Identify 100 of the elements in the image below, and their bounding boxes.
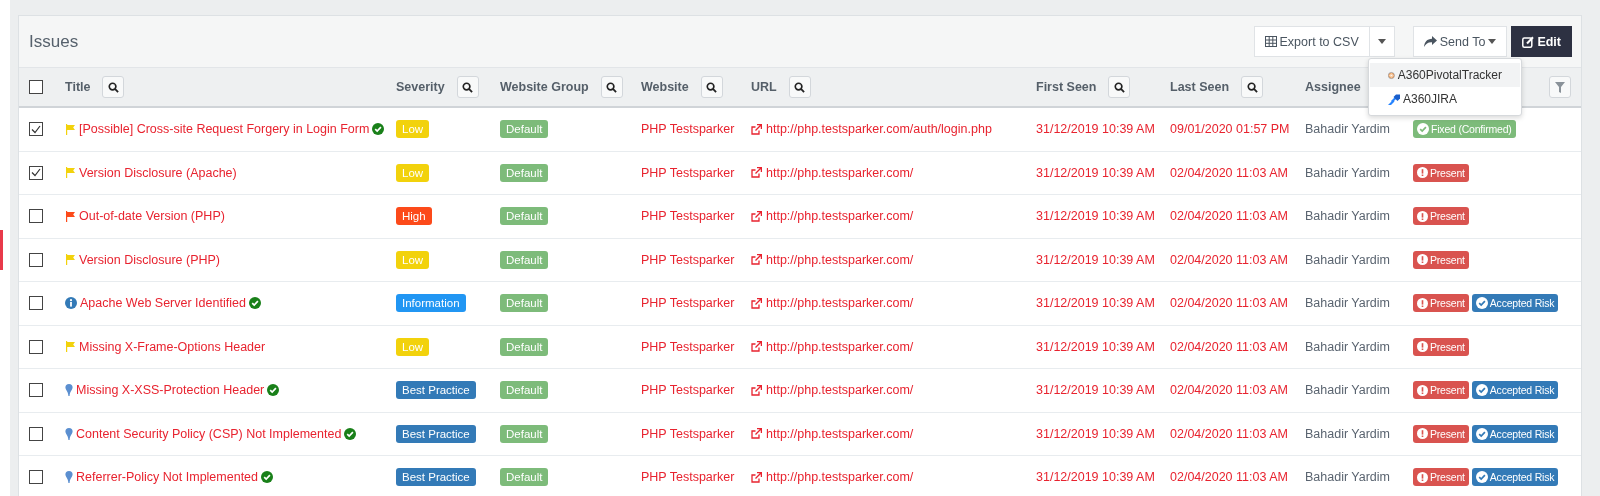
website-link[interactable]: PHP Testsparker bbox=[641, 296, 735, 311]
status-badge: Accepted Risk bbox=[1471, 294, 1559, 313]
issue-title-link[interactable]: Missing X-XSS-Protection Header bbox=[76, 383, 265, 398]
checkbox[interactable] bbox=[29, 339, 43, 354]
status-badge: Present bbox=[1413, 207, 1469, 226]
url-link[interactable]: http://php.testsparker.com/ bbox=[766, 470, 914, 485]
edit-button[interactable]: Edit bbox=[1511, 26, 1572, 57]
filter-button[interactable] bbox=[1549, 76, 1571, 98]
status-badge: Present bbox=[1413, 250, 1469, 269]
column-header: Website bbox=[641, 80, 689, 94]
export-options-button[interactable] bbox=[1369, 26, 1395, 57]
alert-icon bbox=[1417, 471, 1428, 483]
assignee-name: Bahadir Yardim bbox=[1305, 252, 1390, 267]
first-seen-date: 31/12/2019 10:39 AM bbox=[1036, 296, 1155, 311]
website-link[interactable]: PHP Testsparker bbox=[641, 426, 735, 441]
flag-icon bbox=[65, 254, 76, 266]
issue-title-link[interactable]: Referrer-Policy Not Implemented bbox=[76, 470, 258, 485]
verified-icon bbox=[261, 471, 273, 484]
group-badge: Default bbox=[500, 250, 549, 269]
status-badge: Accepted Risk bbox=[1471, 381, 1559, 400]
checkbox[interactable] bbox=[29, 165, 43, 180]
issue-title-link[interactable]: Apache Web Server Identified bbox=[80, 296, 246, 311]
search-button[interactable] bbox=[456, 76, 479, 98]
column-header: First Seen bbox=[1036, 80, 1097, 94]
external-link-icon bbox=[751, 123, 762, 135]
search-button[interactable] bbox=[700, 76, 723, 98]
url-link[interactable]: http://php.testsparker.com/ bbox=[766, 339, 914, 354]
url-link[interactable]: http://php.testsparker.com/ bbox=[766, 383, 914, 398]
checkbox[interactable] bbox=[29, 470, 43, 485]
group-badge: Default bbox=[500, 381, 549, 400]
external-link-icon bbox=[751, 167, 762, 179]
url-link[interactable]: http://php.testsparker.com/ bbox=[766, 426, 914, 441]
assignee-name: Bahadir Yardim bbox=[1305, 470, 1390, 485]
url-link[interactable]: http://php.testsparker.com/ bbox=[766, 165, 914, 180]
last-seen-date: 02/04/2020 11:03 AM bbox=[1170, 165, 1288, 180]
website-link[interactable]: PHP Testsparker bbox=[641, 339, 735, 354]
website-link[interactable]: PHP Testsparker bbox=[641, 252, 735, 267]
edit-icon bbox=[1522, 35, 1535, 48]
external-link-icon bbox=[751, 297, 762, 309]
external-link-icon bbox=[751, 471, 762, 483]
verified-icon bbox=[248, 297, 261, 310]
external-link-icon bbox=[751, 210, 762, 222]
url-link[interactable]: http://php.testsparker.com/auth/login.php bbox=[766, 122, 992, 137]
website-link[interactable]: PHP Testsparker bbox=[641, 165, 735, 180]
url-link[interactable]: http://php.testsparker.com/ bbox=[766, 296, 914, 311]
alert-icon bbox=[1417, 167, 1428, 179]
checkbox[interactable] bbox=[29, 209, 43, 224]
checkbox[interactable] bbox=[29, 426, 43, 441]
menu-item[interactable]: A360PivotalTracker bbox=[1370, 63, 1520, 87]
flag-icon bbox=[65, 167, 76, 179]
search-button[interactable] bbox=[1241, 76, 1264, 98]
pin-icon bbox=[65, 471, 73, 484]
website-link[interactable]: PHP Testsparker bbox=[641, 122, 735, 137]
assignee-name: Bahadir Yardim bbox=[1305, 209, 1390, 224]
external-link-icon bbox=[751, 428, 762, 440]
alert-icon bbox=[1417, 384, 1428, 396]
info-icon bbox=[65, 297, 77, 310]
checkbox[interactable] bbox=[29, 383, 43, 398]
issue-title-link[interactable]: Content Security Policy (CSP) Not Implemented bbox=[76, 426, 342, 441]
checkbox[interactable] bbox=[29, 252, 43, 267]
group-badge: Default bbox=[500, 424, 549, 443]
column-header: URL bbox=[751, 80, 777, 94]
check-icon bbox=[1417, 123, 1429, 136]
group-badge: Default bbox=[500, 163, 549, 182]
last-seen-date: 09/01/2020 01:57 PM bbox=[1170, 122, 1290, 137]
send-to-button[interactable]: Send To bbox=[1412, 26, 1508, 57]
search-button[interactable] bbox=[788, 76, 811, 98]
issue-title-link[interactable]: Version Disclosure (PHP) bbox=[79, 252, 220, 267]
search-icon bbox=[706, 81, 718, 93]
status-badge: Present bbox=[1413, 294, 1469, 313]
last-seen-date: 02/04/2020 11:03 AM bbox=[1170, 470, 1288, 485]
website-link[interactable]: PHP Testsparker bbox=[641, 383, 735, 398]
status-badge: Present bbox=[1413, 468, 1469, 487]
menu-item[interactable]: A360JIRA bbox=[1370, 87, 1520, 111]
website-link[interactable]: PHP Testsparker bbox=[641, 209, 735, 224]
url-link[interactable]: http://php.testsparker.com/ bbox=[766, 252, 914, 267]
last-seen-date: 02/04/2020 11:03 AM bbox=[1170, 426, 1288, 441]
url-link[interactable]: http://php.testsparker.com/ bbox=[766, 209, 914, 224]
checkbox[interactable] bbox=[29, 122, 43, 137]
group-badge: Default bbox=[500, 207, 549, 226]
tracker-icon bbox=[1388, 69, 1395, 81]
search-button[interactable] bbox=[1108, 76, 1131, 98]
checkbox[interactable] bbox=[29, 80, 43, 94]
status-badge: Present bbox=[1413, 381, 1469, 400]
website-link[interactable]: PHP Testsparker bbox=[641, 470, 735, 485]
caret-icon bbox=[1488, 39, 1497, 44]
checkbox[interactable] bbox=[29, 296, 43, 311]
pin-icon bbox=[65, 427, 73, 440]
severity-badge: Best Practice bbox=[396, 424, 476, 443]
issue-title-link[interactable]: [Possible] Cross-site Request Forgery in Login Form bbox=[79, 122, 370, 137]
export-button[interactable]: Export to CSV bbox=[1253, 26, 1370, 57]
severity-badge: Best Practice bbox=[396, 468, 476, 487]
search-button[interactable] bbox=[102, 76, 125, 98]
issue-title-link[interactable]: Version Disclosure (Apache) bbox=[79, 165, 237, 180]
jira-icon bbox=[1388, 93, 1400, 105]
last-seen-date: 02/04/2020 11:03 AM bbox=[1170, 383, 1288, 398]
search-button[interactable] bbox=[600, 76, 623, 98]
issue-title-link[interactable]: Out-of-date Version (PHP) bbox=[79, 209, 225, 224]
active-marker bbox=[0, 230, 3, 270]
issue-title-link[interactable]: Missing X-Frame-Options Header bbox=[79, 339, 266, 354]
